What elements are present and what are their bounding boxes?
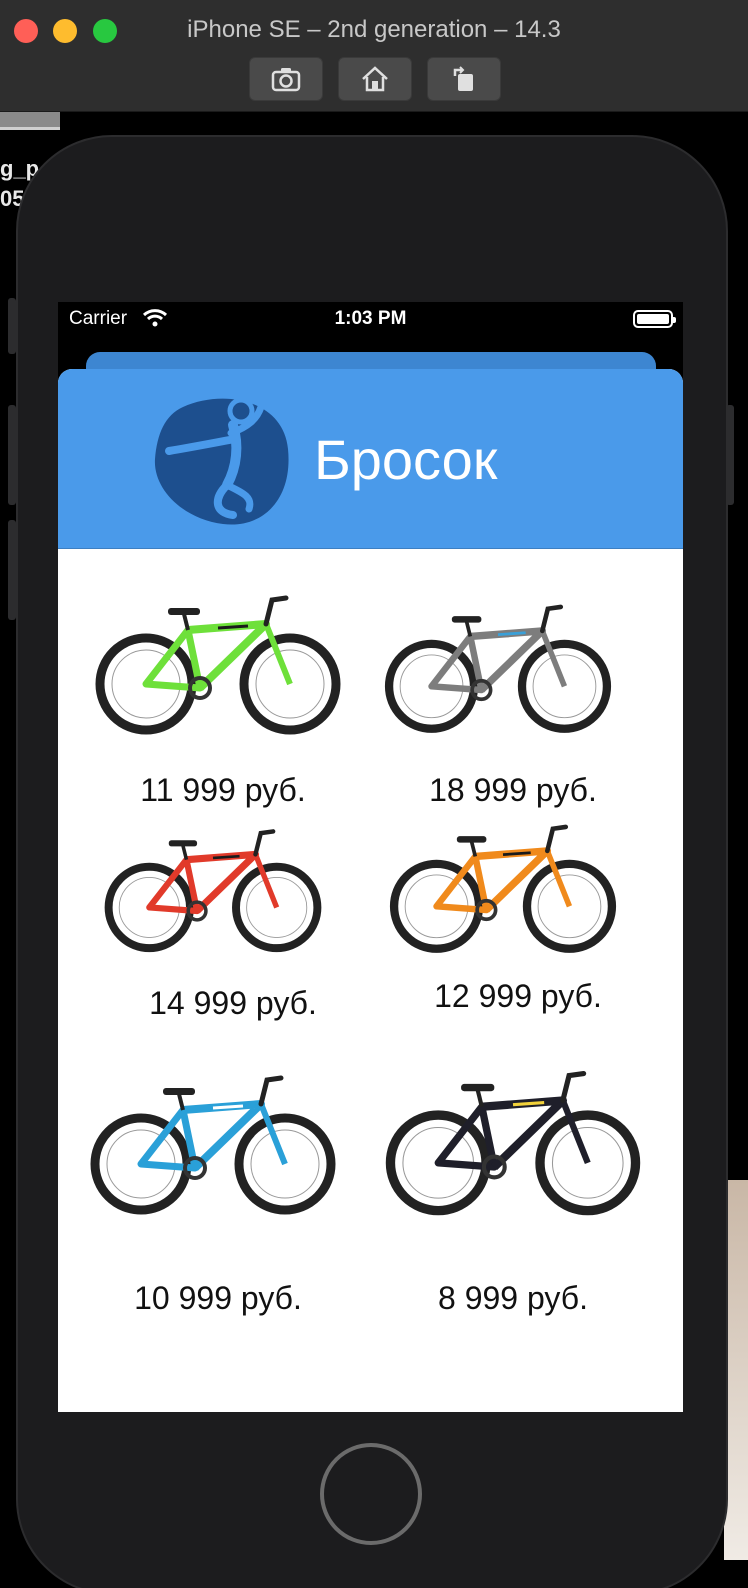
store-title: Бросок	[314, 428, 498, 491]
rotate-button[interactable]	[427, 57, 501, 101]
status-bar: Carrier 1:03 PM	[58, 302, 683, 338]
volume-up-button	[8, 405, 16, 505]
desktop-file-thumbnail	[0, 112, 60, 130]
bicycle-image	[385, 1070, 641, 1216]
product-price: 10 999 руб.	[134, 1280, 302, 1316]
simulator-titlebar: iPhone SE – 2nd generation – 14.3	[0, 0, 748, 112]
camera-icon	[271, 68, 301, 92]
power-button	[726, 405, 734, 505]
device-home-button[interactable]	[320, 1443, 422, 1545]
status-time: 1:03 PM	[334, 308, 407, 329]
battery-icon	[633, 310, 676, 328]
rotate-icon	[453, 66, 473, 91]
store-header: Бросок	[58, 369, 683, 549]
phone-screen: Carrier 1:03 PM Бросок 11 999 руб.18 99	[58, 302, 683, 1412]
product-card[interactable]: 8 999 руб.	[368, 549, 658, 1412]
modal-sheet: Бросок 11 999 руб. 18 999 руб. 14 999 руб.…	[58, 369, 683, 1412]
mute-switch	[8, 298, 16, 354]
screenshot-button[interactable]	[249, 57, 323, 101]
home-icon	[362, 66, 388, 92]
bicycle-image	[90, 1075, 336, 1215]
handball-player-icon	[154, 397, 289, 525]
product-grid: 11 999 руб. 18 999 руб. 14 999 руб. 12 999 …	[58, 549, 683, 1412]
product-price: 8 999 руб.	[438, 1280, 588, 1316]
volume-down-button	[8, 520, 16, 620]
home-button-toolbar[interactable]	[338, 57, 412, 101]
product-card[interactable]: 10 999 руб.	[73, 549, 363, 1412]
window-title: iPhone SE – 2nd generation – 14.3	[187, 16, 561, 43]
